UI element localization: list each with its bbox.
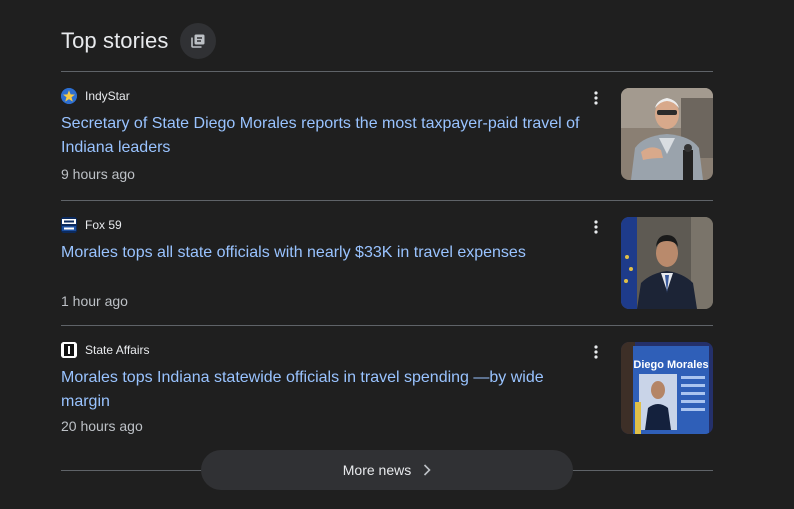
stack-icon[interactable]	[180, 23, 217, 59]
source-name: Fox 59	[85, 218, 122, 232]
story-time: 9 hours ago	[61, 166, 135, 182]
fox59-favicon	[61, 217, 77, 233]
story-card[interactable]: State Affairs Morales tops Indiana state…	[61, 342, 713, 466]
story-card[interactable]: IndyStar Secretary of State Diego Morale…	[61, 88, 713, 212]
poster-text: Diego Morales	[633, 359, 708, 371]
story-time: 1 hour ago	[61, 293, 128, 309]
story-source[interactable]: IndyStar	[61, 88, 130, 104]
more-options-icon[interactable]	[585, 218, 607, 236]
section-title: Top stories	[61, 28, 169, 53]
divider	[61, 200, 713, 201]
source-name: IndyStar	[85, 89, 130, 103]
chevron-right-icon	[424, 464, 431, 476]
source-name: State Affairs	[85, 343, 150, 357]
more-news-button[interactable]: More news	[201, 450, 573, 490]
story-thumbnail[interactable]: Diego Morales	[621, 342, 713, 434]
top-stories-module: Top stories IndyStar Secretary of State …	[0, 0, 794, 509]
section-header: Top stories	[61, 22, 217, 60]
indystar-favicon	[61, 88, 77, 104]
story-headline[interactable]: Morales tops all state officials with ne…	[61, 241, 591, 265]
divider	[61, 71, 713, 72]
story-headline[interactable]: Secretary of State Diego Morales reports…	[61, 112, 591, 160]
more-news-label: More news	[342, 462, 412, 478]
story-thumbnail[interactable]	[621, 217, 713, 309]
story-headline[interactable]: Morales tops Indiana statewide officials…	[61, 366, 591, 414]
state-affairs-favicon	[61, 342, 77, 358]
story-time: 20 hours ago	[61, 418, 143, 434]
story-source[interactable]: State Affairs	[61, 342, 149, 358]
story-card[interactable]: Fox 59 Morales tops all state officials …	[61, 217, 713, 341]
story-source[interactable]: Fox 59	[61, 217, 122, 233]
story-thumbnail[interactable]	[621, 88, 713, 180]
divider	[61, 325, 713, 326]
more-options-icon[interactable]	[585, 89, 607, 107]
more-options-icon[interactable]	[585, 343, 607, 361]
